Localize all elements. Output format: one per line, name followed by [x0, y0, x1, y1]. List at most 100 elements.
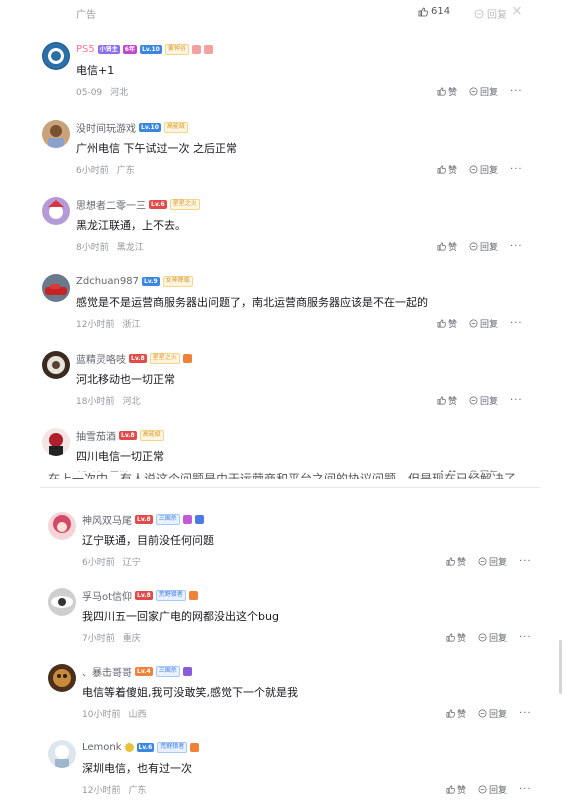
ad-like-button[interactable]: 614: [418, 6, 450, 17]
overlapping-text-fragment: 在上一次中，有人说这个问题是由于运营商和平台之间的协议问题，但是现在已经解决了: [48, 472, 517, 479]
more-button[interactable]: ···: [510, 395, 523, 406]
like-label: 赞: [448, 243, 458, 253]
comment-meta: 18小时前 河北: [76, 394, 140, 407]
ad-reply-label: 回复: [487, 10, 507, 21]
fan-medal: 星星之火: [149, 352, 180, 364]
emoji-icon: [191, 44, 201, 54]
username[interactable]: Zdchuan987: [76, 276, 139, 287]
avatar[interactable]: [42, 274, 70, 302]
username[interactable]: 孚马ot信仰: [82, 588, 132, 603]
like-button[interactable]: 赞: [437, 394, 457, 407]
badge-icon: [182, 514, 192, 524]
reply-icon: [478, 785, 487, 794]
like-button[interactable]: 赞: [437, 240, 457, 253]
username[interactable]: 没时间玩游戏: [76, 120, 136, 135]
like-button[interactable]: 赞: [437, 317, 457, 330]
like-button[interactable]: 赞: [446, 783, 466, 796]
username[interactable]: 、暴击哥哥: [82, 664, 132, 679]
ad-label: 广告: [76, 10, 96, 21]
avatar[interactable]: [42, 351, 70, 379]
badge-icon: [182, 666, 192, 676]
level-badge: Lv.8: [135, 514, 153, 524]
like-button[interactable]: 赞: [446, 555, 466, 568]
divider: [40, 487, 540, 488]
avatar[interactable]: [48, 512, 76, 540]
comment-item: 抽雪茄酒 Lv.8 高能级 四川电信一切正常 05-09四川 赞 回复 ···: [0, 426, 574, 472]
like-button[interactable]: 赞: [446, 707, 466, 720]
comment-actions: 赞 回复 ···: [437, 85, 523, 98]
comment-actions: 赞 回复 ···: [437, 163, 523, 176]
reply-button[interactable]: 回复: [469, 163, 498, 176]
thumb-up-icon: [437, 319, 446, 328]
level-badge: Lv.9: [141, 276, 160, 286]
scrollbar[interactable]: [559, 640, 562, 694]
ad-reply-button[interactable]: 回复: [474, 6, 507, 21]
like-button[interactable]: 赞: [437, 163, 457, 176]
like-label: 赞: [448, 166, 458, 176]
comment-text: 电信等着傻姐,我可没敢笑,感觉下一个就是我: [82, 686, 298, 699]
reply-button[interactable]: 回复: [469, 317, 498, 330]
thumb-up-icon: [446, 557, 455, 566]
reply-button[interactable]: 回复: [469, 240, 498, 253]
reply-button[interactable]: 回复: [478, 707, 507, 720]
emoji-icon: [203, 44, 213, 54]
close-icon[interactable]: ×: [511, 3, 523, 19]
like-label: 赞: [457, 634, 467, 644]
fan-medal: 高能级: [163, 121, 188, 133]
more-button[interactable]: ···: [519, 632, 532, 643]
comment-meta: 7小时前 重庆: [82, 631, 141, 644]
username[interactable]: 抽雪茄酒: [76, 428, 116, 443]
level-badge: Lv.6: [149, 199, 167, 209]
reply-icon: [469, 319, 478, 328]
reply-button[interactable]: 回复: [469, 85, 498, 98]
comment-meta: 12小时前 广东: [82, 783, 146, 796]
fan-medal: 三国杀: [155, 513, 180, 525]
comment-actions: 赞 回复 ···: [446, 631, 532, 644]
comment-text: 黑龙江联通，上不去。: [76, 219, 186, 232]
username[interactable]: 神风双马尾: [82, 512, 132, 527]
more-button[interactable]: ···: [510, 241, 523, 252]
more-button[interactable]: ···: [519, 556, 532, 567]
avatar[interactable]: [48, 588, 76, 616]
fan-medal: 高能级: [139, 429, 164, 441]
avatar[interactable]: [48, 740, 76, 768]
thumb-up-icon: [437, 396, 446, 405]
username[interactable]: PS5: [76, 44, 95, 55]
username[interactable]: Lemonk: [82, 742, 122, 753]
thumb-up-icon: [446, 785, 455, 794]
like-button[interactable]: 赞: [437, 85, 457, 98]
more-button[interactable]: ···: [510, 86, 523, 97]
comment-date: 05-09: [76, 88, 103, 98]
username[interactable]: 思想者二零一三: [76, 197, 146, 212]
fan-medal: 三国杀: [155, 665, 180, 677]
avatar[interactable]: [42, 428, 70, 456]
reply-button[interactable]: 回复: [478, 555, 507, 568]
username[interactable]: 蓝精灵咯吱: [76, 351, 126, 366]
more-button[interactable]: ···: [510, 164, 523, 175]
avatar[interactable]: [42, 197, 70, 225]
fan-medal: 星星之火: [169, 198, 200, 210]
reply-button[interactable]: 回复: [478, 783, 507, 796]
comment-item: 神风双马尾 Lv.8 三国杀 辽宁联通，目前没任何问题 6小时前 辽宁 赞 回复 …: [0, 510, 574, 588]
thumb-up-icon: [437, 165, 446, 174]
badge-icon: [194, 514, 204, 524]
comment-location: 河北: [122, 397, 141, 407]
more-button[interactable]: ···: [510, 318, 523, 329]
level-badge: Lv.10: [139, 44, 162, 54]
comment-item: 孚马ot信仰 Lv.8 荒野猎者 我四川五一回家广电的网都没出这个bug 7小时…: [0, 586, 574, 664]
reply-label: 回复: [489, 710, 508, 720]
avatar[interactable]: [48, 664, 76, 692]
reply-button[interactable]: 回复: [478, 631, 507, 644]
comment-meta: 10小时前 山西: [82, 707, 146, 720]
comment-location: 河北: [110, 88, 129, 98]
thumb-up-icon: [437, 87, 446, 96]
comment-date: 10小时前: [82, 710, 121, 720]
fan-medal: 荒野猎者: [157, 741, 188, 753]
more-button[interactable]: ···: [519, 784, 532, 795]
like-button[interactable]: 赞: [446, 631, 466, 644]
like-label: 赞: [448, 320, 458, 330]
avatar[interactable]: [42, 120, 70, 148]
more-button[interactable]: ···: [519, 708, 532, 719]
reply-button[interactable]: 回复: [469, 394, 498, 407]
avatar[interactable]: [42, 42, 70, 70]
